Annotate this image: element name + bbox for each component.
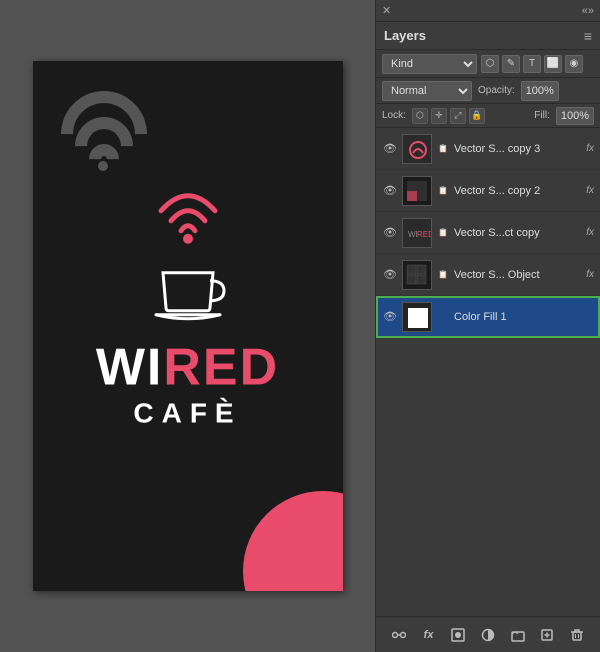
layer-type-icon: 📋 xyxy=(436,142,450,156)
wi-text: WI xyxy=(96,339,164,397)
lock-row: Lock: ⬡ ✛ ⤢ 🔒 Fill: 100% xyxy=(376,104,600,128)
lock-image-icon[interactable]: ✛ xyxy=(431,108,447,124)
layer-type-icon: 📋 xyxy=(436,226,450,240)
layer-thumbnail xyxy=(402,176,432,206)
layer-item-selected[interactable]: 👁 Color Fill 1 xyxy=(376,296,600,338)
layer-fx-indicator: fx xyxy=(586,227,594,238)
panel-expand-icon[interactable]: «» xyxy=(582,5,594,17)
add-style-button[interactable]: fx xyxy=(418,624,440,646)
filter-pixel-icon[interactable]: ⬡ xyxy=(481,55,499,73)
link-layers-button[interactable] xyxy=(388,624,410,646)
layer-name: Vector S... Object xyxy=(454,269,582,281)
layer-fx-indicator: fx xyxy=(586,143,594,154)
lock-position-icon[interactable]: ⤢ xyxy=(450,108,466,124)
artwork: WIRED CAFÈ xyxy=(33,61,343,591)
layer-thumbnail xyxy=(402,260,432,290)
bottom-decoration xyxy=(243,491,343,591)
delete-layer-button[interactable] xyxy=(566,624,588,646)
layer-item[interactable]: 👁 📋 Vector S... copy 2 fx xyxy=(376,170,600,212)
layer-name: Vector S... copy 3 xyxy=(454,143,582,155)
layers-header: Layers ≡ xyxy=(376,22,600,50)
layers-menu-icon[interactable]: ≡ xyxy=(584,28,592,44)
layer-visibility-toggle[interactable]: 👁 xyxy=(382,267,398,283)
filter-icons: ⬡ ✎ T ⬜ ◉ xyxy=(481,55,583,73)
layers-toolbar: fx xyxy=(376,616,600,652)
filter-kind-dropdown[interactable]: Kind Name Effect Mode Attribute Color Sm… xyxy=(382,54,477,74)
filter-type-icon[interactable]: T xyxy=(523,55,541,73)
layer-name: Color Fill 1 xyxy=(454,311,594,323)
layer-thumbnail xyxy=(402,134,432,164)
panel-topbar: ✕ «» xyxy=(376,0,600,22)
panel-close-icon[interactable]: ✕ xyxy=(382,4,391,17)
adjustment-layer-button[interactable] xyxy=(477,624,499,646)
filter-smart-icon[interactable]: ◉ xyxy=(565,55,583,73)
blend-mode-dropdown[interactable]: Normal Multiply Screen Overlay xyxy=(382,81,472,101)
layers-list: 👁 📋 Vector S... copy 3 fx 👁 xyxy=(376,128,600,616)
brand-text: WIRED CAFÈ xyxy=(96,340,279,430)
layers-title: Layers xyxy=(384,28,426,43)
lock-transparency-icon[interactable]: ⬡ xyxy=(412,108,428,124)
layer-thumbnail: WI RED xyxy=(402,218,432,248)
layer-item[interactable]: 👁 WI RED 📋 Vector S...ct copy fx xyxy=(376,212,600,254)
wired-text: WIRED xyxy=(96,340,279,397)
layer-visibility-toggle[interactable]: 👁 xyxy=(382,225,398,241)
new-layer-button[interactable] xyxy=(536,624,558,646)
layer-thumbnail xyxy=(402,302,432,332)
lock-label: Lock: xyxy=(382,110,406,121)
lock-all-icon[interactable]: 🔒 xyxy=(469,108,485,124)
opacity-label: Opacity: xyxy=(478,85,515,96)
add-mask-button[interactable] xyxy=(447,624,469,646)
coffee-cup-icon xyxy=(148,253,228,328)
layer-visibility-toggle[interactable]: 👁 xyxy=(382,183,398,199)
lock-icons: ⬡ ✛ ⤢ 🔒 xyxy=(412,108,485,124)
svg-text:RED: RED xyxy=(417,230,432,239)
layer-item[interactable]: 👁 📋 Vector S... Object fx xyxy=(376,254,600,296)
red-text: RED xyxy=(163,339,279,397)
new-group-button[interactable] xyxy=(507,624,529,646)
panels: ✕ «» Layers ≡ Kind Name Effect Mode Attr… xyxy=(375,0,600,652)
layer-name: Vector S...ct copy xyxy=(454,227,582,239)
filter-adjustment-icon[interactable]: ✎ xyxy=(502,55,520,73)
main-content: WIRED CAFÈ xyxy=(33,183,343,430)
fill-label: Fill: xyxy=(534,110,550,121)
layers-spacer xyxy=(376,338,600,378)
filter-shape-icon[interactable]: ⬜ xyxy=(544,55,562,73)
wifi-red-icon xyxy=(143,183,233,253)
layer-item[interactable]: 👁 📋 Vector S... copy 3 fx xyxy=(376,128,600,170)
opacity-value[interactable]: 100% xyxy=(521,81,559,101)
layer-fx-indicator: fx xyxy=(586,185,594,196)
filter-row: Kind Name Effect Mode Attribute Color Sm… xyxy=(376,50,600,78)
layer-fx-indicator: fx xyxy=(586,269,594,280)
fill-value[interactable]: 100% xyxy=(556,107,594,125)
layer-type-icon xyxy=(436,310,450,324)
cafe-text: CAFÈ xyxy=(96,399,279,430)
layer-visibility-toggle[interactable]: 👁 xyxy=(382,141,398,157)
layer-visibility-toggle[interactable]: 👁 xyxy=(382,309,398,325)
layer-type-icon: 📋 xyxy=(436,184,450,198)
layer-type-icon: 📋 xyxy=(436,268,450,282)
layers-panel: Layers ≡ Kind Name Effect Mode Attribute… xyxy=(376,22,600,652)
wifi-gray-decoration xyxy=(51,79,151,179)
layer-name: Vector S... copy 2 xyxy=(454,185,582,197)
blend-row: Normal Multiply Screen Overlay Opacity: … xyxy=(376,78,600,104)
canvas-area: WIRED CAFÈ xyxy=(0,0,375,652)
